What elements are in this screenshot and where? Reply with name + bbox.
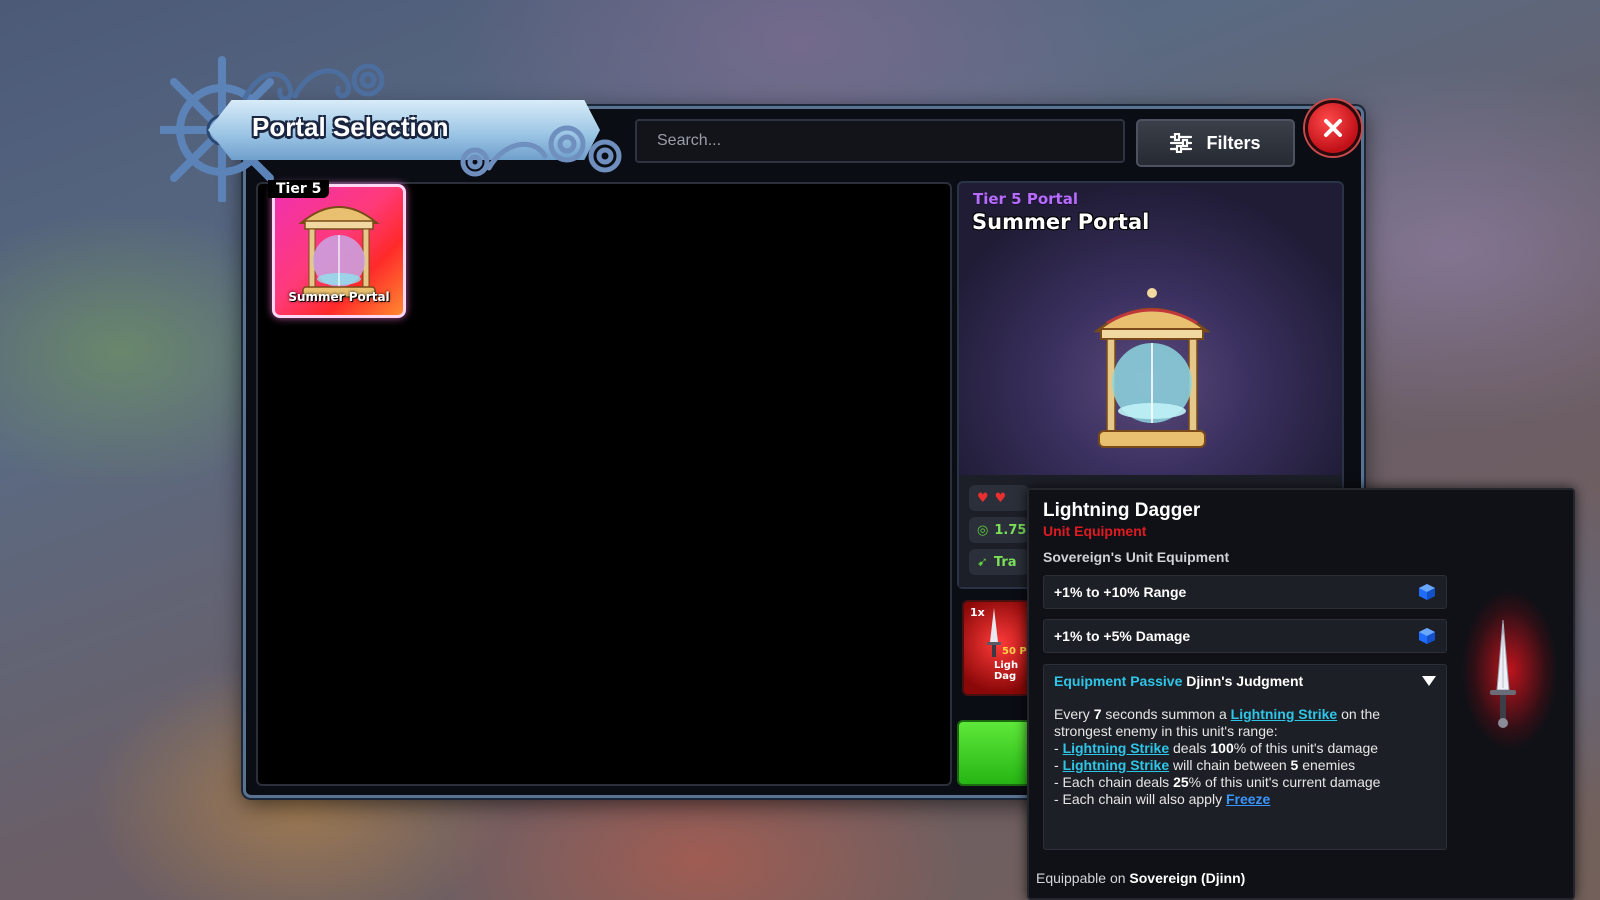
caret-down-icon[interactable] xyxy=(1422,676,1436,686)
reward-item[interactable]: 1x 50 P Ligh Dag xyxy=(962,600,1036,696)
reward-peek: 50 P xyxy=(1002,646,1027,657)
lightning-dagger-icon xyxy=(1490,620,1516,728)
stat-pill-hearts: ♥ ♥ xyxy=(969,485,1029,511)
portal-tier-label: Tier 5 Portal xyxy=(973,190,1078,208)
passive-line-5: - Each chain will also apply Freeze xyxy=(1054,791,1436,808)
passive-line-3: - Lightning Strike will chain between 5 … xyxy=(1054,757,1436,774)
heart-icon: ♥ xyxy=(977,490,989,506)
sliders-icon xyxy=(1170,133,1193,153)
text: % of this unit's damage xyxy=(1233,740,1379,756)
close-x-icon xyxy=(1324,119,1342,137)
text: - Each chain will also apply xyxy=(1054,791,1226,807)
stat-value: +1% to +5% xyxy=(1054,628,1132,644)
passive-header[interactable]: Equipment Passive Djinn's Judgment xyxy=(1054,673,1436,689)
stat-text: +1% to +10% Range xyxy=(1054,584,1186,600)
keyword-freeze[interactable]: Freeze xyxy=(1226,791,1270,807)
text: % of this unit's current damage xyxy=(1188,774,1381,790)
stat-value: 1.75 xyxy=(994,522,1027,538)
number: 25 xyxy=(1173,774,1189,790)
stat-pill-speed: ◎ 1.75 xyxy=(969,517,1029,543)
portal-name: Summer Portal xyxy=(972,210,1150,234)
item-group: Sovereign's Unit Equipment xyxy=(1043,549,1230,565)
search-input[interactable] xyxy=(635,119,1125,163)
reward-count: 1x xyxy=(970,606,985,619)
stat-label: Damage xyxy=(1135,628,1191,644)
stat-text: +1% to +5% Damage xyxy=(1054,628,1190,644)
passive-line-4: - Each chain deals 25% of this unit's cu… xyxy=(1054,774,1436,791)
spiral-icon: ◎ xyxy=(977,522,989,538)
heart-icon: ♥ xyxy=(994,490,1007,506)
passive-prefix: Equipment Passive xyxy=(1054,673,1183,689)
text: Every xyxy=(1054,706,1094,722)
passive-description: Every 7 seconds summon a Lightning Strik… xyxy=(1054,706,1436,808)
item-type: Unit Equipment xyxy=(1043,523,1147,539)
arrow-icon: ➹ xyxy=(977,554,988,570)
item-name: Lightning Dagger xyxy=(1043,500,1201,521)
stat-row-damage: +1% to +5% Damage xyxy=(1043,619,1447,653)
stat-pill-trait: ➹ Tra xyxy=(969,549,1029,575)
passive-line-2: - Lightning Strike deals 100% of this un… xyxy=(1054,740,1436,757)
passive-line-1: Every 7 seconds summon a Lightning Strik… xyxy=(1054,706,1436,740)
text: enemies xyxy=(1298,757,1356,773)
tier-badge: Tier 5 xyxy=(268,180,330,198)
keyword-lightning-strike[interactable]: Lightning Strike xyxy=(1063,757,1170,773)
portal-card-label: Summer Portal xyxy=(288,290,390,304)
stat-label: Range xyxy=(1143,584,1187,600)
stat-row-range: +1% to +10% Range xyxy=(1043,575,1447,609)
stat-value: +1% to +10% xyxy=(1054,584,1140,600)
text: will chain between xyxy=(1169,757,1291,773)
filters-label: Filters xyxy=(1206,132,1261,153)
text: - xyxy=(1054,757,1063,773)
filters-button[interactable]: Filters xyxy=(1136,119,1295,167)
stat-value: Tra xyxy=(993,554,1017,570)
blue-cube-icon xyxy=(1419,628,1435,644)
blue-cube-icon xyxy=(1419,584,1435,600)
passive-title: Equipment Passive Djinn's Judgment xyxy=(1054,673,1303,689)
text: - xyxy=(1054,740,1063,756)
close-button[interactable] xyxy=(1305,100,1361,156)
keyword-lightning-strike[interactable]: Lightning Strike xyxy=(1231,706,1338,722)
equippable-unit: Sovereign (Djinn) xyxy=(1129,870,1246,886)
text: deals xyxy=(1169,740,1211,756)
equippable-prefix: Equippable on xyxy=(1036,870,1130,886)
number: 100 xyxy=(1210,740,1234,756)
equippable-on: Equippable on Sovereign (Djinn) xyxy=(1036,870,1245,886)
wave-swirl-icon xyxy=(242,63,385,102)
text: seconds summon a xyxy=(1101,706,1231,722)
summer-portal-preview-icon xyxy=(1093,288,1211,448)
dagger-icon xyxy=(987,608,1001,657)
passive-name: Djinn's Judgment xyxy=(1186,673,1304,689)
page-title: Portal Selection xyxy=(252,112,449,142)
text: - Each chain deals xyxy=(1054,774,1174,790)
keyword-lightning-strike[interactable]: Lightning Strike xyxy=(1063,740,1170,756)
swirl-decoration-icon xyxy=(460,125,622,177)
